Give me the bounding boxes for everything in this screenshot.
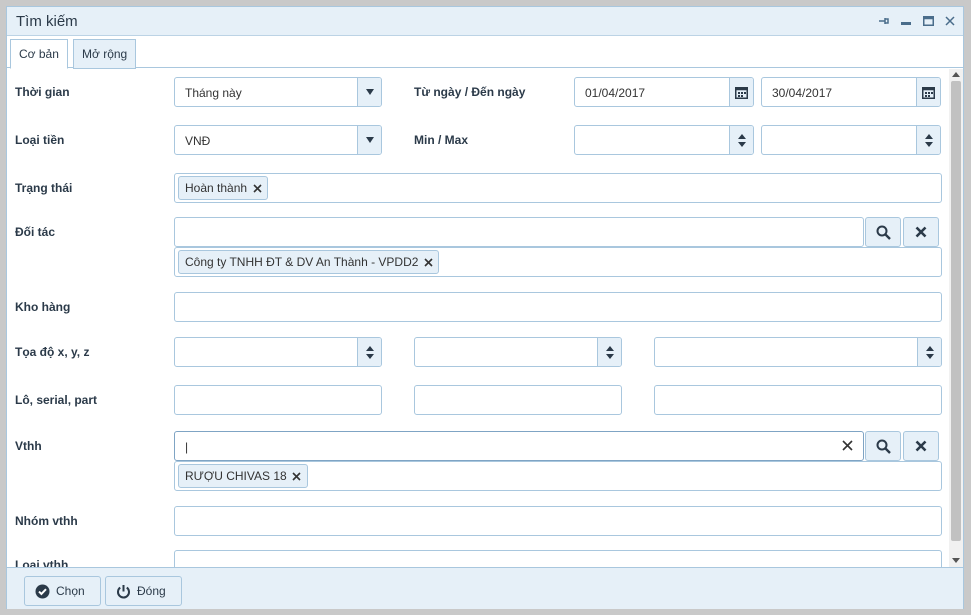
calendar-icon[interactable] — [916, 78, 940, 106]
lo-input[interactable] — [174, 385, 382, 415]
spinner-icon[interactable] — [916, 126, 940, 154]
label-kho-hang: Kho hàng — [15, 300, 71, 314]
label-toa-do: Tọa độ x, y, z — [15, 345, 90, 359]
tab-bar: Cơ bản Mở rộng — [7, 37, 963, 69]
kho-hang-input[interactable] — [174, 292, 942, 322]
clear-button[interactable] — [903, 217, 939, 247]
tu-ngay-value: 01/04/2017 — [585, 86, 646, 100]
search-button[interactable] — [865, 431, 901, 461]
chon-button[interactable]: Chọn — [24, 576, 101, 606]
tag-label: RƯỢU CHIVAS 18 — [185, 469, 287, 483]
label-thoi-gian: Thời gian — [15, 85, 70, 99]
max-field[interactable] — [761, 125, 941, 155]
search-dialog: Tìm kiếm Cơ bản Mở rộng Thời gian Tháng … — [6, 6, 964, 609]
tab-co-ban[interactable]: Cơ bản — [10, 39, 68, 69]
nhom-vthh-input[interactable] — [174, 506, 942, 536]
label-lo-serial-part: Lô, serial, part — [15, 393, 98, 407]
remove-tag-icon[interactable] — [291, 470, 303, 482]
remove-tag-icon[interactable] — [422, 256, 434, 268]
scroll-down-icon[interactable] — [952, 558, 960, 563]
clear-icon — [915, 226, 927, 238]
search-icon — [876, 439, 891, 454]
check-circle-icon — [35, 584, 50, 598]
doi-tac-input[interactable] — [174, 217, 864, 247]
dialog-footer: Chọn Đóng — [7, 567, 963, 609]
maximize-icon[interactable] — [921, 14, 935, 28]
dong-label: Đóng — [137, 584, 166, 598]
serial-input[interactable] — [414, 385, 622, 415]
form-content: Thời gian Tháng này Từ ngày / Đến ngày 0… — [7, 69, 963, 567]
close-icon[interactable] — [943, 14, 957, 28]
label-nhom-vthh: Nhóm vthh — [15, 514, 78, 528]
scroll-up-icon[interactable] — [952, 72, 960, 77]
dong-button[interactable]: Đóng — [105, 576, 182, 606]
thoi-gian-select[interactable]: Tháng này — [174, 77, 382, 107]
spinner-icon[interactable] — [917, 338, 941, 366]
label-trang-thai: Trạng thái — [15, 181, 73, 195]
remove-tag-icon[interactable] — [251, 182, 263, 194]
tu-ngay-field[interactable]: 01/04/2017 — [574, 77, 754, 107]
tag-label: Hoàn thành — [185, 181, 248, 195]
tag-label: Công ty TNHH ĐT & DV An Thành - VPDD2 — [185, 255, 419, 269]
window-controls — [877, 14, 957, 28]
label-loai-vthh: Loại vthh — [15, 558, 69, 567]
den-ngay-field[interactable]: 30/04/2017 — [761, 77, 941, 107]
search-button[interactable] — [865, 217, 901, 247]
thoi-gian-value: Tháng này — [185, 86, 242, 100]
label-vthh: Vthh — [15, 439, 42, 453]
minimize-icon[interactable] — [899, 14, 913, 28]
spinner-icon[interactable] — [597, 338, 621, 366]
tag-trang-thai: Hoàn thành — [178, 176, 269, 200]
loai-vthh-input[interactable] — [174, 550, 942, 567]
dropdown-arrow-icon[interactable] — [357, 126, 381, 154]
label-doi-tac: Đối tác — [15, 225, 56, 239]
spinner-icon[interactable] — [729, 126, 753, 154]
label-loai-tien: Loại tiền — [15, 133, 65, 147]
loai-tien-select[interactable]: VNĐ — [174, 125, 382, 155]
vthh-search-input[interactable]: | — [174, 431, 864, 461]
toa-do-x-field[interactable] — [174, 337, 382, 367]
vthh-input-value: | — [185, 440, 189, 454]
calendar-icon[interactable] — [729, 78, 753, 106]
vthh-selected[interactable]: RƯỢU CHIVAS 18 — [174, 461, 942, 491]
dropdown-arrow-icon[interactable] — [357, 78, 381, 106]
min-field[interactable] — [574, 125, 754, 155]
tab-mo-rong[interactable]: Mở rộng — [73, 39, 137, 69]
dialog-title: Tìm kiếm — [16, 13, 78, 30]
label-min-max: Min / Max — [414, 133, 469, 147]
clear-button[interactable] — [903, 431, 939, 461]
loai-tien-value: VNĐ — [185, 134, 211, 148]
toa-do-z-field[interactable] — [654, 337, 942, 367]
scroll-thumb[interactable] — [951, 81, 961, 541]
doi-tac-selected[interactable]: Công ty TNHH ĐT & DV An Thành - VPDD2 — [174, 247, 942, 277]
search-icon — [876, 225, 891, 240]
clear-icon — [915, 440, 927, 452]
toa-do-y-field[interactable] — [414, 337, 622, 367]
clear-input-icon[interactable] — [842, 440, 853, 454]
tag-doi-tac: Công ty TNHH ĐT & DV An Thành - VPDD2 — [178, 250, 440, 274]
pin-icon[interactable] — [877, 14, 891, 28]
spinner-icon[interactable] — [357, 338, 381, 366]
title-bar: Tìm kiếm — [7, 7, 963, 36]
tag-vthh: RƯỢU CHIVAS 18 — [178, 464, 308, 488]
den-ngay-value: 30/04/2017 — [772, 86, 833, 100]
label-tu-ngay-den-ngay: Từ ngày / Đến ngày — [414, 85, 526, 99]
trang-thai-multiselect[interactable]: Hoàn thành — [174, 173, 942, 203]
power-icon — [117, 584, 130, 598]
part-input[interactable] — [654, 385, 942, 415]
vertical-scrollbar[interactable] — [949, 69, 963, 567]
chon-label: Chọn — [56, 584, 85, 598]
